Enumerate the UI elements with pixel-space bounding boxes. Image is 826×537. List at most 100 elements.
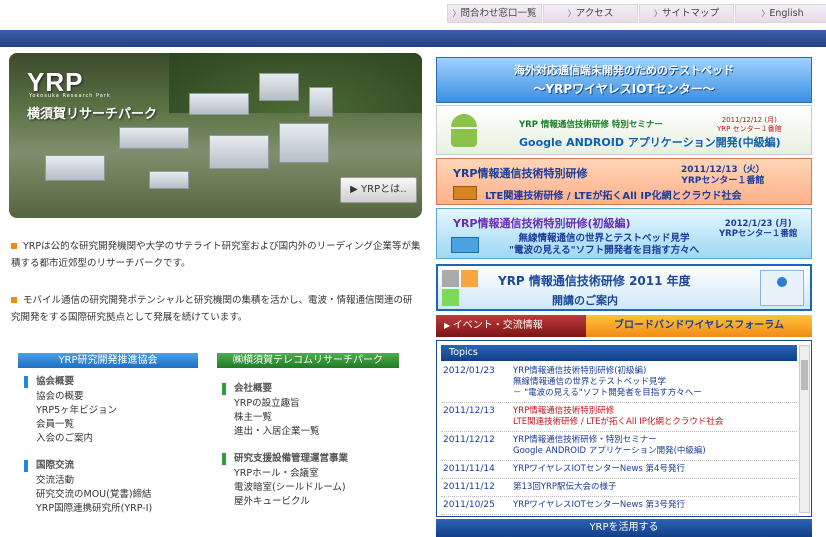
banner-beginner-training[interactable]: YRP情報通信技術特別研修(初級編) 無線情報通信の世界とテストベッド見学 "電波… <box>436 208 812 259</box>
hero-building <box>119 127 189 149</box>
hero-building <box>209 135 269 169</box>
topic-line[interactable]: YRPワイヤレスIOTセンターNews 第3号発行 <box>513 500 797 511</box>
hero-building <box>259 73 299 101</box>
link-item[interactable]: YRP5ヶ年ビジョン <box>24 404 152 418</box>
topics-list: 2012/01/23 YRP情報通信技術特別研修(初級編) 無線情報通信の世界とテス… <box>441 363 797 515</box>
link-item[interactable]: 入会のご案内 <box>24 432 152 446</box>
banner-subline: 無線情報通信の世界とテストベッド見学 <box>518 233 690 244</box>
topic-line[interactable]: 第13回YRP駅伝大会の様子 <box>513 482 797 493</box>
banner-android-seminar[interactable]: YRP 情報通信技術研修 特別セミナー Google ANDROID アプリケー… <box>436 105 812 155</box>
company-links: 会社概要 YRPの設立趣旨 株主一覧 進出・入居企業一覧 研究支援設備管理運営事… <box>222 383 348 523</box>
topic-text: YRP情報通信技術研修・特別セミナー Google ANDROID アプリケーショ… <box>513 435 797 457</box>
topic-line[interactable]: － "電波の見える"ソフト開発者を目指す方々へー <box>513 388 797 399</box>
intro-paragraph-1: YRPは公的な研究開発機関や大学のサテライト研究室および国内外のリーディング企業… <box>11 238 421 272</box>
banner-venue-line: YRPセンター１番館 <box>719 229 798 239</box>
use-yrp-bar[interactable]: YRPを活用する <box>436 519 812 537</box>
topic-line[interactable]: Google ANDROID アプリケーション開発(中級編) <box>513 446 797 457</box>
banner-date: 2012/1/23 (月) YRPセンター１番館 <box>719 219 797 239</box>
banner-venue-line: YRPセンター１番館 <box>681 176 765 186</box>
topic-date: 2011/12/12 <box>443 435 495 445</box>
link-item[interactable]: 協会の概要 <box>24 390 152 404</box>
banner-lte-training[interactable]: YRP情報通信技術特別研修 LTE関連技術研修 / LTEが拓くAll IP化網… <box>436 158 812 205</box>
hero-building <box>189 93 249 115</box>
topic-text: YRPワイヤレスIOTセンターNews 第4号発行 <box>513 464 797 475</box>
nav-link-contact[interactable]: 問合わせ窓口一覧 <box>447 4 542 23</box>
topic-line[interactable]: YRP情報通信技術研修・特別セミナー <box>513 435 797 446</box>
banner-text: YRP 情報通信技術研修 特別セミナー <box>519 120 663 130</box>
topic-text: YRPワイヤレスIOTセンターNews 第3号発行 <box>513 500 797 511</box>
topic-row[interactable]: 2011/10/25 YRPワイヤレスIOTセンターNews 第3号発行 <box>441 497 797 515</box>
topic-text: YRP情報通信技術特別研修 LTE関連技術研修 / LTEが拓くAll IP化網と… <box>513 406 797 428</box>
group-heading[interactable]: 国際交流 <box>24 460 152 472</box>
link-group: 研究支援設備管理運営事業 YRPホール・会議室 電波暗室(シールドルーム) 屋外… <box>222 453 348 509</box>
presenter-icon <box>760 270 804 306</box>
yrp-logo-subtext: Yokosuka Research Park <box>29 93 111 99</box>
link-item[interactable]: YRP国際連携研究所(YRP-I) <box>24 502 152 516</box>
banner-date: 2011/12/13（火） YRPセンター１番館 <box>681 165 765 187</box>
top-links: 問合わせ窓口一覧 アクセス サイトマップ English <box>447 4 826 23</box>
nav-link-access[interactable]: アクセス <box>543 4 638 23</box>
intro-paragraph-2: モバイル通信の研究開発ポテンシャルと研究機関の集積を活かし、電波・情報通信関連の… <box>11 292 421 326</box>
hero-building <box>279 123 329 163</box>
link-item[interactable]: 電波暗室(シールドルーム) <box>222 481 348 495</box>
topic-row[interactable]: 2012/01/23 YRP情報通信技術特別研修(初級編) 無線情報通信の世界とテス… <box>441 363 797 403</box>
scrollbar-thumb[interactable] <box>801 360 808 390</box>
link-item[interactable]: 進出・入居企業一覧 <box>222 425 348 439</box>
group-heading[interactable]: 協会概要 <box>24 376 152 388</box>
banner-text: 無線情報通信の世界とテストベッド見学 "電波の見える"ソフト開発者を目指す方々へ <box>509 233 699 257</box>
bullet-square-icon <box>11 297 17 303</box>
banner-date-line: 2011/12/12 (月) <box>721 116 777 124</box>
tab-events[interactable]: イベント・交流情報 <box>436 315 586 337</box>
topic-row[interactable]: 2011/12/13 YRP情報通信技術特別研修 LTE関連技術研修 / LTEが拓… <box>441 403 797 432</box>
topics-header: Topics <box>441 345 797 361</box>
topic-line[interactable]: 無線情報通信の世界とテストベッド見学 <box>513 377 797 388</box>
header-band <box>0 30 826 47</box>
hero-building <box>309 87 333 117</box>
group-heading[interactable]: 会社概要 <box>222 383 348 395</box>
link-item[interactable]: 屋外キュービクル <box>222 495 348 509</box>
banner-text: Google ANDROID アプリケーション開発(中級編) <box>519 136 781 149</box>
about-yrp-button[interactable]: ▶ YRPとは‥ <box>340 177 417 203</box>
hero-building <box>149 171 189 189</box>
banner-date: 2011/12/12 (月) YRP センター１番館 <box>717 116 782 134</box>
group-heading[interactable]: 研究支援設備管理運営事業 <box>222 453 348 465</box>
banner-venue-line: YRP センター１番館 <box>717 125 782 133</box>
topic-line[interactable]: LTE関連技術研修 / LTEが拓くAll IP化網とクラウド社会 <box>513 417 797 428</box>
topics-panel: Topics 2012/01/23 YRP情報通信技術特別研修(初級編) 無線情報通… <box>436 340 812 517</box>
hero-tagline: 横須賀リサーチパーク <box>27 107 158 122</box>
topics-scrollbar[interactable] <box>799 345 810 513</box>
topic-row[interactable]: 2011/12/12 YRP情報通信技術研修・特別セミナー Google ANDRO… <box>441 432 797 461</box>
link-item[interactable]: 交流活動 <box>24 474 152 488</box>
android-robot-icon <box>449 114 479 148</box>
banner-text: YRP 情報通信技術研修 2011 年度 <box>498 274 691 288</box>
banner-text: YRP情報通信技術特別研修 <box>453 167 588 180</box>
topic-text: YRP情報通信技術特別研修(初級編) 無線情報通信の世界とテストベッド見学－ "電… <box>513 366 797 399</box>
link-item[interactable]: YRPの設立趣旨 <box>222 397 348 411</box>
banner-date-line: 2012/1/23 (月) <box>724 219 792 229</box>
section-header-association[interactable]: YRP研究開発推進協会 <box>18 353 198 368</box>
nav-link-sitemap[interactable]: サイトマップ <box>639 4 734 23</box>
banner-text: LTE関連技術研修 / LTEが拓くAll IP化網とクラウド社会 <box>485 191 742 202</box>
link-group: 国際交流 交流活動 研究交流のMOU(覚書)締結 YRP国際連携研究所(YRP-… <box>24 460 152 516</box>
banner-2011-course[interactable]: YRP 情報通信技術研修 2011 年度 開講のご案内 <box>436 264 812 311</box>
topic-row[interactable]: 2011/11/14 YRPワイヤレスIOTセンターNews 第4号発行 <box>441 461 797 479</box>
banner-iot-center[interactable]: 海外対応通信端末開発のためのテストベッド 〜YRPワイヤレスIOTセンター〜 <box>436 57 812 103</box>
hero-image: YRP Yokosuka Research Park 横須賀リサーチパーク ▶ … <box>9 53 422 218</box>
topic-row[interactable]: 2011/11/12 第13回YRP駅伝大会の様子 <box>441 479 797 497</box>
topic-date: 2011/11/14 <box>443 464 495 474</box>
book-icon <box>451 237 479 253</box>
nav-link-english[interactable]: English <box>735 4 826 23</box>
topic-text: 第13回YRP駅伝大会の様子 <box>513 482 797 493</box>
topic-line[interactable]: YRPワイヤレスIOTセンターNews 第4号発行 <box>513 464 797 475</box>
section-header-company[interactable]: ㈱横須賀テレコムリサーチパーク <box>217 353 399 368</box>
topic-line[interactable]: YRP情報通信技術特別研修(初級編) <box>513 366 797 377</box>
link-item[interactable]: YRPホール・会議室 <box>222 467 348 481</box>
link-item[interactable]: 会員一覧 <box>24 418 152 432</box>
link-item[interactable]: 研究交流のMOU(覚書)締結 <box>24 488 152 502</box>
tab-broadband-forum[interactable]: ブロードバンドワイヤレスフォーラム <box>586 315 812 337</box>
topic-line[interactable]: YRP情報通信技術特別研修 <box>513 406 797 417</box>
association-links: 協会概要 協会の概要 YRP5ヶ年ビジョン 会員一覧 入会のご案内 国際交流 交… <box>24 376 152 530</box>
link-item[interactable]: 株主一覧 <box>222 411 348 425</box>
decor-square <box>461 270 478 287</box>
topic-date: 2011/11/12 <box>443 482 495 492</box>
